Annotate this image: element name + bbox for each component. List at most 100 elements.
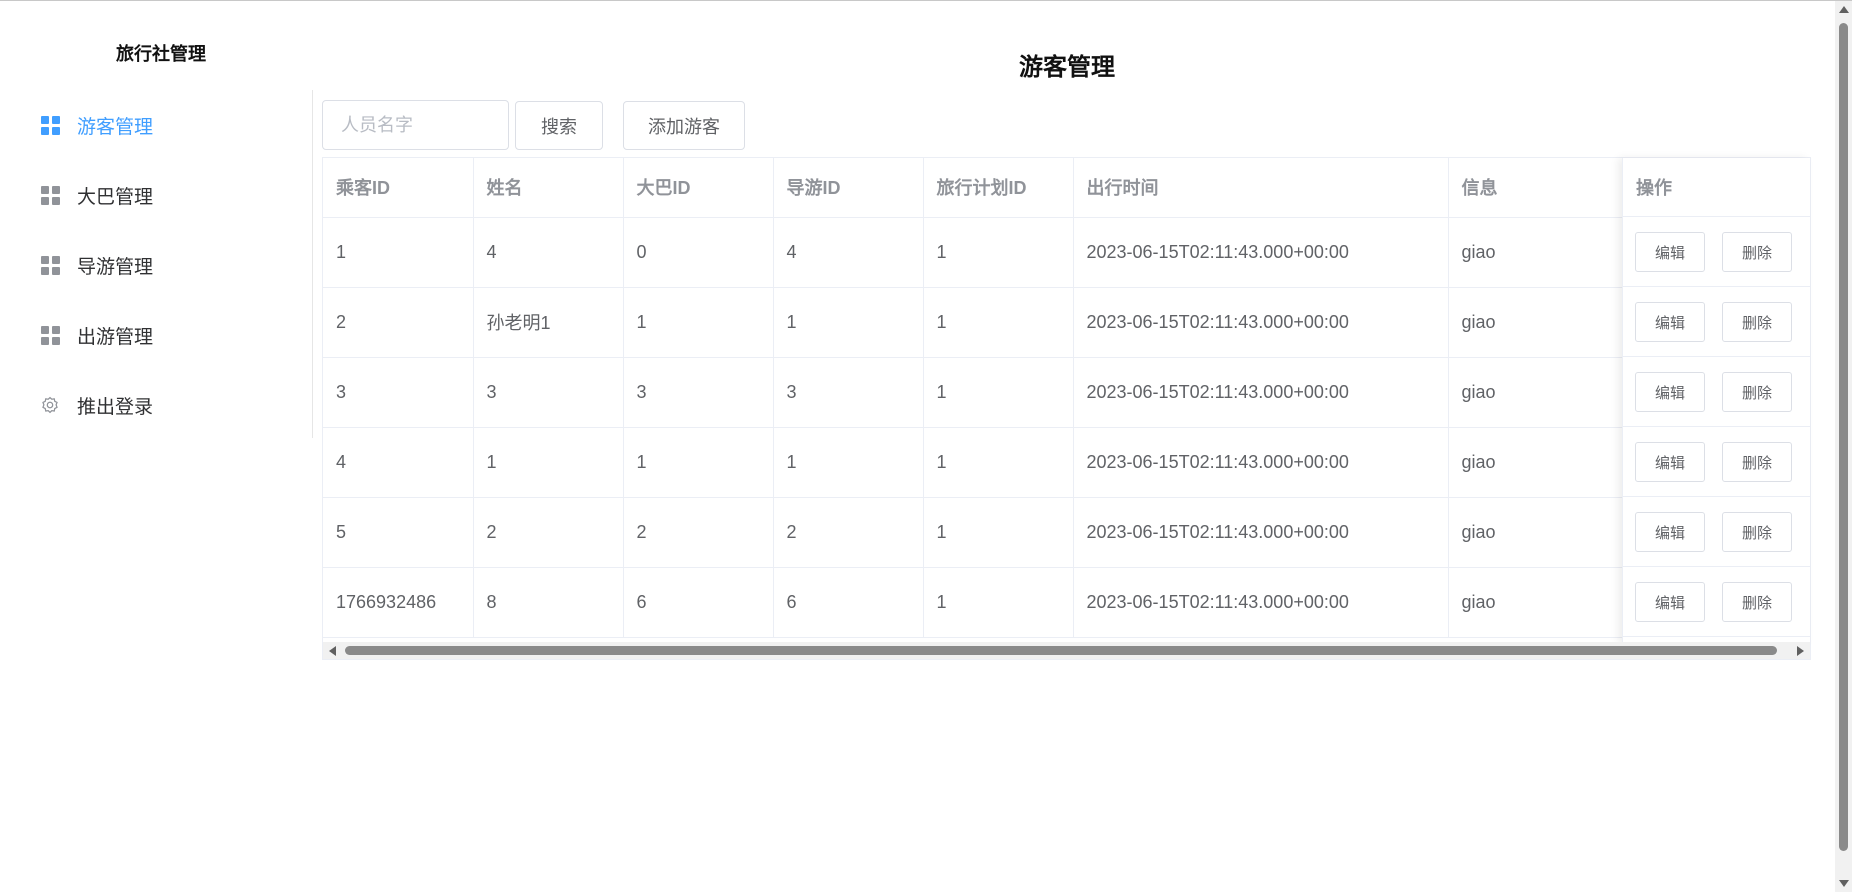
delete-button[interactable]: 删除 (1722, 372, 1792, 412)
actions-cell: 编辑 删除 (1623, 567, 1810, 637)
column-header: 旅行计划ID (923, 158, 1074, 218)
search-button[interactable]: 搜索 (515, 101, 603, 150)
table-cell: 2023-06-15T02:11:43.000+00:00 (1073, 217, 1449, 288)
table-cell: 4 (323, 427, 474, 498)
grid-icon (41, 256, 60, 275)
table-cell: 6 (773, 567, 924, 638)
table-cell: 1 (473, 427, 624, 498)
add-tourist-button[interactable]: 添加游客 (623, 101, 745, 150)
sidebar-item-tourists[interactable]: 游客管理 (0, 90, 311, 160)
column-header: 导游ID (773, 158, 924, 218)
table-cell: 2 (473, 497, 624, 568)
column-header: 信息 (1448, 158, 1624, 218)
edit-button[interactable]: 编辑 (1635, 372, 1705, 412)
table-cell: 2 (623, 497, 774, 568)
table-cell: giao (1448, 287, 1624, 358)
table-cell: 1 (623, 287, 774, 358)
delete-button[interactable]: 删除 (1722, 232, 1792, 272)
table-cell: 6 (623, 567, 774, 638)
table-cell: 1 (323, 217, 474, 288)
table-cell: 2023-06-15T02:11:43.000+00:00 (1073, 357, 1449, 428)
table-row: 1 4 0 4 1 2023-06-15T02:11:43.000+00:00 giao (323, 217, 1774, 288)
actions-cell: 编辑 删除 (1623, 287, 1810, 357)
table-cell: 1 (923, 217, 1074, 288)
table-row: 3 3 3 3 1 2023-06-15T02:11:43.000+00:00 giao (323, 357, 1774, 428)
scroll-right-icon[interactable] (1797, 646, 1804, 656)
table-cell: 5 (323, 497, 474, 568)
edit-button[interactable]: 编辑 (1635, 302, 1705, 342)
page-vertical-scrollbar[interactable] (1835, 1, 1852, 892)
sidebar-item-buses[interactable]: 大巴管理 (0, 160, 311, 230)
table-cell: 2 (773, 497, 924, 568)
table-cell: 4 (473, 217, 624, 288)
table-cell: 2023-06-15T02:11:43.000+00:00 (1073, 427, 1449, 498)
column-header: 出行时间 (1073, 158, 1449, 218)
table-cell: 2 (323, 287, 474, 358)
edit-button[interactable]: 编辑 (1635, 232, 1705, 272)
table-cell: 1 (923, 357, 1074, 428)
sidebar-item-label: 游客管理 (77, 116, 154, 138)
actions-column: 操作 编辑 删除 编辑 删除 编辑 删除 编辑 删除 编辑 删除 编辑 删除 (1622, 158, 1810, 644)
actions-cell: 编辑 删除 (1623, 427, 1810, 497)
edit-button[interactable]: 编辑 (1635, 442, 1705, 482)
delete-button[interactable]: 删除 (1722, 442, 1792, 482)
table-cell: 2023-06-15T02:11:43.000+00:00 (1073, 567, 1449, 638)
table-cell: 1 (923, 287, 1074, 358)
page-title: 游客管理 (1019, 54, 1115, 81)
table-cell: 3 (473, 357, 624, 428)
table-row: 2 孙老明1 1 1 1 2023-06-15T02:11:43.000+00:00 gia… (323, 287, 1774, 358)
actions-cell: 编辑 删除 (1623, 217, 1810, 287)
scrollbar-thumb[interactable] (1839, 23, 1848, 851)
table-row: 4 1 1 1 1 2023-06-15T02:11:43.000+00:00 giao (323, 427, 1774, 498)
sidebar-item-logout[interactable]: 推出登录 (0, 370, 311, 440)
table-header-row: 乘客ID 姓名 大巴ID 导游ID 旅行计划ID 出行时间 信息 (323, 158, 1774, 218)
table-cell: 8 (473, 567, 624, 638)
delete-button[interactable]: 删除 (1722, 582, 1792, 622)
table-cell: 1 (923, 497, 1074, 568)
scroll-left-icon[interactable] (329, 646, 336, 656)
scroll-down-icon[interactable] (1839, 880, 1849, 887)
sidebar-item-label: 推出登录 (77, 396, 154, 418)
table-cell: 1 (773, 427, 924, 498)
table-cell: giao (1448, 357, 1624, 428)
table-cell: 4 (773, 217, 924, 288)
delete-button[interactable]: 删除 (1722, 302, 1792, 342)
scrollbar-thumb[interactable] (345, 646, 1777, 655)
gear-icon (42, 396, 58, 414)
column-header: 乘客ID (323, 158, 474, 218)
delete-button[interactable]: 删除 (1722, 512, 1792, 552)
table-cell: 1766932486 (323, 567, 474, 638)
column-header: 大巴ID (623, 158, 774, 218)
table-cell: 2023-06-15T02:11:43.000+00:00 (1073, 497, 1449, 568)
sidebar-item-label: 出游管理 (77, 326, 154, 348)
horizontal-scrollbar[interactable] (323, 642, 1810, 659)
brand-title: 旅行社管理 (116, 44, 206, 64)
sidebar-item-trips[interactable]: 出游管理 (0, 300, 311, 370)
table-cell: 孙老明1 (473, 287, 624, 358)
grid-icon (41, 116, 60, 135)
edit-button[interactable]: 编辑 (1635, 512, 1705, 552)
table-cell: 1 (773, 287, 924, 358)
table-cell: 3 (623, 357, 774, 428)
table-cell: 2023-06-15T02:11:43.000+00:00 (1073, 287, 1449, 358)
table-cell: giao (1448, 497, 1624, 568)
grid-icon (41, 186, 60, 205)
table-cell: giao (1448, 217, 1624, 288)
sidebar-menu: 游客管理 大巴管理 导游管理 出游管理 推出登录 (0, 90, 313, 438)
sidebar-item-guides[interactable]: 导游管理 (0, 230, 311, 300)
sidebar-item-label: 大巴管理 (77, 186, 154, 208)
sidebar-item-label: 导游管理 (77, 256, 154, 278)
search-input[interactable] (322, 100, 509, 150)
actions-cell: 编辑 删除 (1623, 497, 1810, 567)
edit-button[interactable]: 编辑 (1635, 582, 1705, 622)
table-cell: giao (1448, 427, 1624, 498)
tourist-table: 乘客ID 姓名 大巴ID 导游ID 旅行计划ID 出行时间 信息 1 4 0 4 1 20… (322, 157, 1811, 660)
column-header: 操作 (1623, 158, 1810, 217)
grid-icon (41, 326, 60, 345)
column-header: 姓名 (473, 158, 624, 218)
table-row: 1766932486 8 6 6 1 2023-06-15T02:11:43.000+00… (323, 567, 1774, 638)
scroll-up-icon[interactable] (1839, 6, 1849, 13)
table-cell: giao (1448, 567, 1624, 638)
sidebar: 旅行社管理 游客管理 大巴管理 导游管理 出游管理 推出登录 (0, 1, 313, 893)
table-cell: 1 (623, 427, 774, 498)
